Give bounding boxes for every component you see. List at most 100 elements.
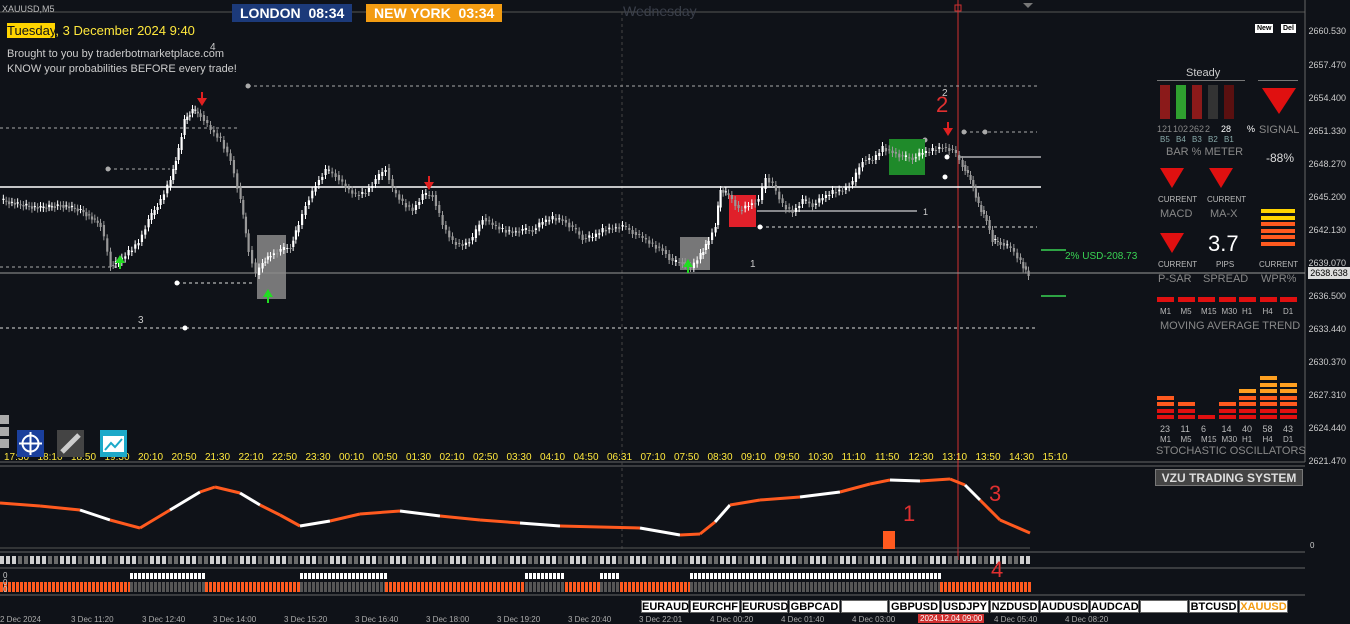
signal-bar-top [300, 573, 303, 579]
symbol-tab[interactable]: EURUSD [741, 600, 788, 613]
symbol-tab[interactable]: BTCUSD [1189, 600, 1238, 613]
symbol-tab[interactable]: GBPUSD [889, 600, 940, 613]
candle-body [398, 194, 401, 200]
signal-bar-bottom [8, 582, 11, 592]
symbol-tab[interactable]: AUDCAD [1090, 600, 1139, 613]
signal-bar-bottom [162, 582, 165, 592]
bar-meter-column [1224, 85, 1234, 119]
signal-bar-bottom [409, 582, 412, 592]
crosshair-icon[interactable] [17, 430, 44, 457]
signal-bar-bottom [604, 582, 607, 592]
status-bar-cell [564, 556, 568, 564]
signal-bar-bottom [926, 582, 929, 592]
max-arrow-icon [1209, 168, 1233, 188]
symbol-tab[interactable]: EURCHF [690, 600, 740, 613]
candle-body [381, 172, 384, 176]
candle-body [985, 215, 988, 221]
status-bar-cell [840, 556, 844, 564]
bottom-date-label: 3 Dec 14:00 [213, 615, 257, 624]
candle-body [19, 204, 22, 206]
status-bar-cell [852, 556, 856, 564]
oscillator-segment [329, 512, 361, 523]
candle-body [327, 169, 331, 171]
promo-line-2: KNOW your probabilities BEFORE every tra… [7, 63, 237, 75]
signal-bar-bottom [664, 582, 667, 592]
status-bar-cell [474, 556, 478, 564]
status-bar-cell [978, 556, 982, 564]
stoch-tf-label: H1 [1242, 435, 1253, 444]
time-axis-label: 23:30 [305, 452, 331, 463]
candle-body [388, 168, 391, 180]
day-name: Tuesday [7, 23, 56, 38]
signal-bar-top [320, 573, 323, 579]
status-bar-cell [720, 556, 724, 564]
status-bar-cell [198, 556, 202, 564]
signal-bar-top [850, 573, 853, 579]
candle-body [344, 183, 347, 188]
signal-bar-bottom [92, 582, 95, 592]
signal-bar-bottom [237, 582, 240, 592]
candle-body [541, 222, 544, 225]
spread-value: 3.7 [1208, 231, 1239, 256]
screenshot-icon[interactable] [100, 430, 127, 457]
candle-body [624, 226, 628, 227]
del-button[interactable]: Del [1281, 24, 1296, 33]
symbol-tab[interactable]: GBPCAD [789, 600, 840, 613]
signal-bar-top [738, 573, 741, 579]
signal-bar-bottom [714, 582, 717, 592]
stoch-value: 11 [1180, 424, 1190, 434]
signal-bar-bottom [738, 582, 741, 592]
bottom-date-label: 3 Dec 11:20 [71, 615, 114, 624]
promo-line-1: Brought to you by traderbotmarketplace.c… [7, 48, 225, 60]
status-bar-cell [732, 556, 736, 564]
bar-meter-value: 2 [1205, 124, 1211, 134]
signal-bar-top [818, 573, 821, 579]
status-bar-cell [750, 556, 754, 564]
level-dot-1 [174, 280, 180, 286]
panel-toggle-2[interactable] [0, 427, 9, 436]
symbol-tab[interactable]: AUDUSD [1040, 600, 1089, 613]
symbol-tab[interactable]: XAUUSD [1239, 600, 1288, 613]
price-axis-label: 2642.130 [1308, 225, 1346, 235]
signal-bar-bottom [449, 582, 452, 592]
price-chart[interactable] [0, 0, 1350, 622]
symbol-tab[interactable] [1140, 600, 1188, 613]
signal-bar-bottom [980, 582, 983, 592]
red-label-3: 3 [989, 481, 1002, 506]
oscillator-segment [359, 509, 401, 516]
osc-histogram-bar [883, 531, 895, 549]
symbol-tab[interactable]: NZDUSD [990, 600, 1039, 613]
bottom-date-label: 3 Dec 16:40 [355, 615, 399, 624]
signal-bar-bottom [1028, 582, 1031, 592]
symbol-tab[interactable]: EURAUD [641, 600, 689, 613]
status-bar-cell [486, 556, 490, 564]
signal-bar-bottom [553, 582, 556, 592]
signal-bar-bottom [304, 582, 307, 592]
stoch-bar [1239, 389, 1256, 393]
oscillator-segment [439, 514, 481, 522]
ruler-icon[interactable] [57, 430, 84, 457]
oscillator-segment [299, 519, 331, 528]
candle-body [258, 267, 261, 275]
candle-body [737, 205, 740, 208]
symbol-tab[interactable] [841, 600, 888, 613]
signal-bar-top [914, 573, 917, 579]
candle-body [438, 205, 441, 213]
time-axis-label: 21:30 [205, 452, 231, 463]
candle-body [229, 153, 232, 161]
wpr-label: WPR% [1261, 273, 1297, 285]
signal-bar-bottom [198, 582, 201, 592]
stoch-title: STOCHASTIC OSCILLATORS [1156, 445, 1306, 457]
signal-bar-bottom [766, 582, 769, 592]
panel-toggle-1[interactable] [0, 415, 9, 424]
new-button[interactable]: New [1255, 24, 1274, 33]
candle-body [357, 195, 361, 196]
candle-body [974, 188, 978, 198]
candle-body [964, 165, 967, 171]
wpr-bar [1261, 222, 1295, 226]
panel-toggle-3[interactable] [0, 439, 9, 448]
status-bar-cell [510, 556, 514, 564]
signal-bar-bottom [174, 582, 177, 592]
date-line: Tuesday, 3 December 2024 9:40 [7, 23, 195, 38]
symbol-tab[interactable]: USDJPY [941, 600, 989, 613]
